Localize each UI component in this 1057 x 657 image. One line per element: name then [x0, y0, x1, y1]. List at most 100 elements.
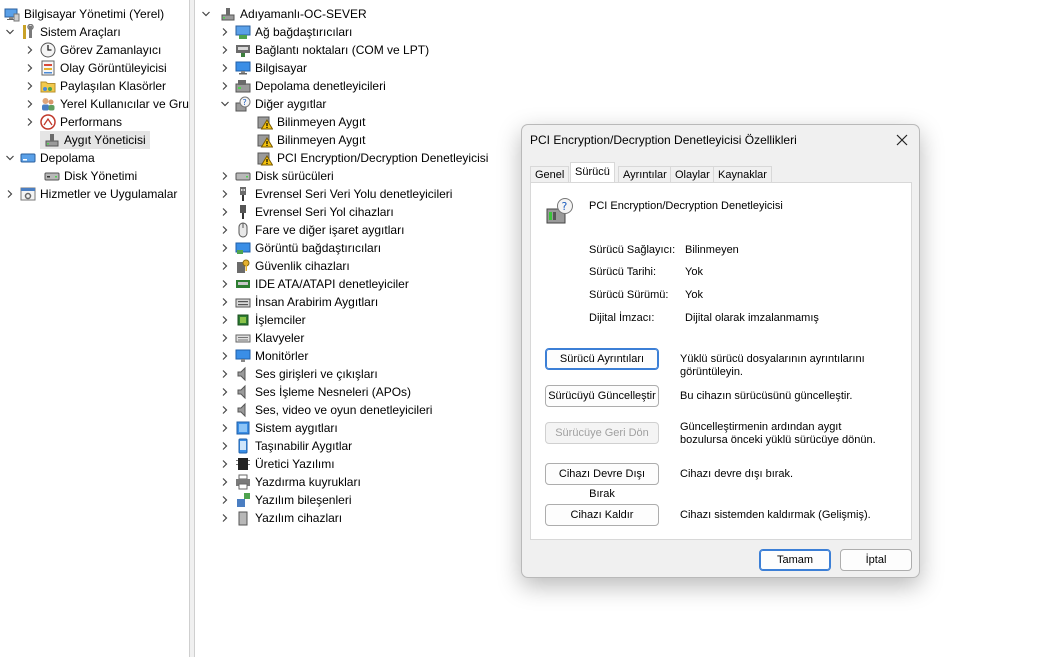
update-driver-button[interactable]: Sürücüyü Güncelleştir [545, 385, 659, 407]
device-category-row[interactable]: Yazdırma kuyrukları [219, 473, 361, 491]
device-category-row[interactable]: Taşınabilir Aygıtlar [219, 437, 352, 455]
chevron-right-icon[interactable] [219, 41, 231, 59]
tree-item-computer-management[interactable]: Bilgisayar Yönetimi (Yerel) [2, 5, 164, 23]
driver-provider-value: Bilinmeyen [685, 244, 739, 256]
device-category-row[interactable]: IDE ATA/ATAPI denetleyiciler [219, 275, 409, 293]
device-category-label: Disk sürücüleri [255, 169, 334, 183]
device-category-label: IDE ATA/ATAPI denetleyiciler [255, 277, 409, 291]
device-row[interactable]: PCI Encryption/Decryption Denetleyicisi [253, 149, 488, 167]
device-category-row[interactable]: Disk sürücüleri [219, 167, 334, 185]
device-category-row[interactable]: Ses İşleme Nesneleri (APOs) [219, 383, 411, 401]
chevron-right-icon[interactable] [219, 203, 231, 221]
chevron-right-icon[interactable] [219, 77, 231, 95]
device-row[interactable]: Bilinmeyen Aygıt [253, 131, 366, 149]
chevron-right-icon[interactable] [219, 419, 231, 437]
device-category-row[interactable]: Görüntü bağdaştırıcıları [219, 239, 381, 257]
device-category-row[interactable]: Fare ve diğer işaret aygıtları [219, 221, 404, 239]
tab-resources[interactable]: Kaynaklar [713, 166, 772, 183]
chevron-right-icon[interactable] [219, 221, 231, 239]
device-category-row[interactable]: İşlemciler [219, 311, 306, 329]
chevron-right-icon[interactable] [24, 41, 36, 59]
chevron-right-icon[interactable] [219, 239, 231, 257]
tab-driver[interactable]: Sürücü [570, 162, 615, 184]
chevron-right-icon[interactable] [219, 257, 231, 275]
device-category-label: Yazılım cihazları [255, 511, 343, 525]
tab-general[interactable]: Genel [530, 166, 570, 183]
chevron-right-icon[interactable] [219, 293, 231, 311]
cancel-button[interactable]: İptal [840, 549, 912, 571]
digital-signer-label: Dijital İmzacı: [589, 312, 655, 324]
device-category-label: Evrensel Seri Yol cihazları [255, 205, 394, 219]
device-category-label: Taşınabilir Aygıtlar [255, 439, 353, 453]
device-category-row[interactable]: Depolama denetleyicileri [219, 77, 386, 95]
device-category-row[interactable]: Yazılım cihazları [219, 509, 342, 527]
chevron-right-icon[interactable] [219, 329, 231, 347]
security-device-icon [235, 258, 251, 274]
device-category-row[interactable]: Güvenlik cihazları [219, 257, 350, 275]
chevron-right-icon[interactable] [24, 113, 36, 131]
services-icon [20, 186, 36, 202]
tree-item-system-tools[interactable]: Sistem Araçları [4, 23, 121, 41]
chevron-right-icon[interactable] [24, 95, 36, 113]
chevron-right-icon[interactable] [219, 401, 231, 419]
chevron-right-icon[interactable] [219, 167, 231, 185]
chevron-down-icon[interactable] [4, 23, 16, 41]
tree-item-storage[interactable]: Depolama [4, 149, 95, 167]
device-category-row[interactable]: Ağ bağdaştırıcıları [219, 23, 352, 41]
device-category-row[interactable]: Evrensel Seri Veri Yolu denetleyicileri [219, 185, 452, 203]
device-category-row[interactable]: Sistem aygıtları [219, 419, 338, 437]
device-category-row[interactable]: Bilgisayar [219, 59, 307, 77]
chevron-down-icon[interactable] [4, 149, 16, 167]
tree-item-disk-management[interactable]: Disk Yönetimi [40, 167, 137, 185]
chevron-right-icon[interactable] [219, 59, 231, 77]
device-tree-root[interactable]: Adıyamanlı-OC-SEVER [200, 5, 367, 23]
digital-signer-value: Dijital olarak imzalanmamış [685, 312, 819, 324]
device-category-row[interactable]: İnsan Arabirim Aygıtları [219, 293, 378, 311]
rollback-driver-desc: Güncelleştirmenin ardından aygıt bozulur… [680, 421, 876, 446]
chevron-right-icon[interactable] [219, 509, 231, 527]
tree-item-event-viewer[interactable]: Olay Görüntüleyicisi [24, 59, 167, 77]
chevron-right-icon[interactable] [219, 275, 231, 293]
tree-item-local-users[interactable]: Yerel Kullanıcılar ve Gru [24, 95, 189, 113]
device-category-row[interactable]: Üretici Yazılımı [219, 455, 335, 473]
driver-details-button[interactable]: Sürücü Ayrıntıları [545, 348, 659, 370]
chevron-down-icon[interactable] [219, 95, 231, 113]
chevron-right-icon[interactable] [219, 491, 231, 509]
device-category-row[interactable]: Yazılım bileşenleri [219, 491, 351, 509]
chevron-right-icon[interactable] [219, 311, 231, 329]
device-category-row[interactable]: Monitörler [219, 347, 308, 365]
rollback-driver-button[interactable]: Sürücüye Geri Dön [545, 422, 659, 444]
device-category-row[interactable]: ? Diğer aygıtlar [219, 95, 326, 113]
device-category-row[interactable]: Ses girişleri ve çıkışları [219, 365, 378, 383]
chevron-right-icon[interactable] [219, 347, 231, 365]
chevron-right-icon[interactable] [219, 437, 231, 455]
device-row[interactable]: Bilinmeyen Aygıt [253, 113, 366, 131]
tree-item-device-manager[interactable]: Aygıt Yöneticisi [40, 131, 150, 149]
tree-item-services-apps[interactable]: Hizmetler ve Uygulamalar [4, 185, 177, 203]
tab-details[interactable]: Ayrıntılar [618, 166, 672, 183]
chevron-right-icon[interactable] [24, 77, 36, 95]
chevron-right-icon[interactable] [4, 185, 16, 203]
tree-item-performance[interactable]: Performans [24, 113, 122, 131]
tab-events[interactable]: Olaylar [670, 166, 715, 183]
chevron-down-icon[interactable] [200, 5, 212, 23]
device-category-row[interactable]: Klavyeler [219, 329, 304, 347]
computer-management-icon [4, 6, 20, 22]
uninstall-device-button[interactable]: Cihazı Kaldır [545, 504, 659, 526]
disable-device-button[interactable]: Cihazı Devre Dışı Bırak [545, 463, 659, 500]
chevron-right-icon[interactable] [24, 59, 36, 77]
tree-item-shared-folders[interactable]: Paylaşılan Klasörler [24, 77, 166, 95]
chevron-right-icon[interactable] [219, 455, 231, 473]
device-category-row[interactable]: Ses, video ve oyun denetleyicileri [219, 401, 432, 419]
chevron-right-icon[interactable] [219, 23, 231, 41]
device-category-row[interactable]: Bağlantı noktaları (COM ve LPT) [219, 41, 429, 59]
ok-button[interactable]: Tamam [759, 549, 831, 571]
tree-item-task-scheduler[interactable]: Görev Zamanlayıcı [24, 41, 161, 59]
chevron-right-icon[interactable] [219, 185, 231, 203]
close-button[interactable] [891, 129, 913, 151]
chevron-right-icon[interactable] [219, 365, 231, 383]
chevron-right-icon[interactable] [219, 473, 231, 491]
device-category-row[interactable]: Evrensel Seri Yol cihazları [219, 203, 394, 221]
ide-icon [235, 276, 251, 292]
chevron-right-icon[interactable] [219, 383, 231, 401]
